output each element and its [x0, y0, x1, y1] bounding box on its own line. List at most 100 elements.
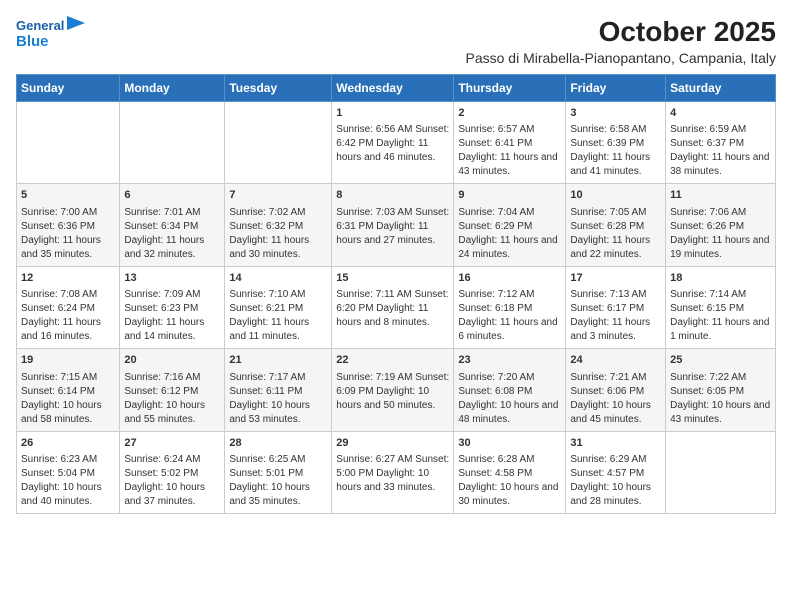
day-number: 3 [570, 106, 661, 121]
calendar-cell: 6 Sunrise: 7:01 AM Sunset: 6:34 PM Daylig… [120, 184, 225, 266]
cell-info: Sunrise: 7:22 AM Sunset: 6:05 PM Dayligh… [670, 371, 771, 427]
day-number: 7 [229, 188, 327, 203]
calendar-cell: 15 Sunrise: 7:11 AM Sunset: 6:20 PM Dayli… [332, 266, 454, 348]
day-number: 11 [670, 188, 771, 203]
calendar-cell: 29 Sunrise: 6:27 AM Sunset: 5:00 PM Dayli… [332, 431, 454, 513]
calendar-cell: 31Sunrise: 6:29 AM Sunset: 4:57 PM Dayli… [566, 431, 666, 513]
header-sunday: Sunday [17, 75, 120, 102]
logo-text: General [16, 18, 64, 34]
cell-info: Sunrise: 7:10 AM Sunset: 6:21 PM Dayligh… [229, 288, 327, 344]
cell-info: Sunrise: 7:19 AM Sunset: 6:09 PM Dayligh… [336, 371, 449, 413]
cell-info: Sunrise: 6:23 AM Sunset: 5:04 PM Dayligh… [21, 453, 115, 509]
day-number: 14 [229, 271, 327, 286]
header-friday: Friday [566, 75, 666, 102]
day-number: 9 [458, 188, 561, 203]
day-number: 26 [21, 436, 115, 451]
calendar-cell [120, 102, 225, 184]
cell-info: Sunrise: 7:09 AM Sunset: 6:23 PM Dayligh… [124, 288, 220, 344]
week-row-2: 12 Sunrise: 7:08 AM Sunset: 6:24 PM Dayli… [17, 266, 776, 348]
calendar-cell: 7Sunrise: 7:02 AM Sunset: 6:32 PM Daylig… [225, 184, 332, 266]
day-number: 16 [458, 271, 561, 286]
day-number: 12 [21, 271, 115, 286]
cell-info: Sunrise: 6:28 AM Sunset: 4:58 PM Dayligh… [458, 453, 561, 509]
week-row-4: 26 Sunrise: 6:23 AM Sunset: 5:04 PM Dayli… [17, 431, 776, 513]
cell-info: Sunrise: 6:27 AM Sunset: 5:00 PM Dayligh… [336, 453, 449, 495]
calendar-cell: 30 Sunrise: 6:28 AM Sunset: 4:58 PM Dayli… [454, 431, 566, 513]
cell-info: Sunrise: 6:25 AM Sunset: 5:01 PM Dayligh… [229, 453, 327, 509]
cell-info: Sunrise: 7:05 AM Sunset: 6:28 PM Dayligh… [570, 206, 661, 262]
calendar-cell: 10 Sunrise: 7:05 AM Sunset: 6:28 PM Dayli… [566, 184, 666, 266]
week-row-0: 1Sunrise: 6:56 AM Sunset: 6:42 PM Daylig… [17, 102, 776, 184]
calendar-cell: 21 Sunrise: 7:17 AM Sunset: 6:11 PM Dayli… [225, 349, 332, 431]
calendar-cell: 26 Sunrise: 6:23 AM Sunset: 5:04 PM Dayli… [17, 431, 120, 513]
calendar-cell: 16 Sunrise: 7:12 AM Sunset: 6:18 PM Dayli… [454, 266, 566, 348]
calendar-cell: 20 Sunrise: 7:16 AM Sunset: 6:12 PM Dayli… [120, 349, 225, 431]
calendar-cell [225, 102, 332, 184]
calendar-cell [17, 102, 120, 184]
day-number: 29 [336, 436, 449, 451]
header-wednesday: Wednesday [332, 75, 454, 102]
day-number: 10 [570, 188, 661, 203]
logo-arrow-icon [67, 16, 85, 30]
day-number: 2 [458, 106, 561, 121]
day-number: 30 [458, 436, 561, 451]
cell-info: Sunrise: 6:59 AM Sunset: 6:37 PM Dayligh… [670, 123, 771, 179]
calendar-cell: 12 Sunrise: 7:08 AM Sunset: 6:24 PM Dayli… [17, 266, 120, 348]
day-number: 23 [458, 353, 561, 368]
day-number: 24 [570, 353, 661, 368]
day-number: 22 [336, 353, 449, 368]
cell-info: Sunrise: 7:21 AM Sunset: 6:06 PM Dayligh… [570, 371, 661, 427]
calendar-cell: 27 Sunrise: 6:24 AM Sunset: 5:02 PM Dayli… [120, 431, 225, 513]
calendar-cell: 14 Sunrise: 7:10 AM Sunset: 6:21 PM Dayli… [225, 266, 332, 348]
calendar-cell: 22 Sunrise: 7:19 AM Sunset: 6:09 PM Dayli… [332, 349, 454, 431]
cell-info: Sunrise: 7:11 AM Sunset: 6:20 PM Dayligh… [336, 288, 449, 330]
cell-info: Sunrise: 6:56 AM Sunset: 6:42 PM Dayligh… [336, 123, 449, 165]
day-number: 27 [124, 436, 220, 451]
page-title: October 2025 [465, 16, 776, 48]
logo: General Blue [16, 16, 85, 51]
calendar-cell: 19Sunrise: 7:15 AM Sunset: 6:14 PM Dayli… [17, 349, 120, 431]
day-number: 4 [670, 106, 771, 121]
cell-info: Sunrise: 7:04 AM Sunset: 6:29 PM Dayligh… [458, 206, 561, 262]
calendar-cell: 18 Sunrise: 7:14 AM Sunset: 6:15 PM Dayli… [666, 266, 776, 348]
day-number: 18 [670, 271, 771, 286]
cell-info: Sunrise: 7:12 AM Sunset: 6:18 PM Dayligh… [458, 288, 561, 344]
title-section: October 2025 Passo di Mirabella-Pianopan… [465, 16, 776, 66]
cell-info: Sunrise: 7:03 AM Sunset: 6:31 PM Dayligh… [336, 206, 449, 248]
logo-blue-text: Blue [16, 33, 85, 51]
day-number: 5 [21, 188, 115, 203]
cell-info: Sunrise: 6:29 AM Sunset: 4:57 PM Dayligh… [570, 453, 661, 509]
cell-info: Sunrise: 7:16 AM Sunset: 6:12 PM Dayligh… [124, 371, 220, 427]
day-number: 8 [336, 188, 449, 203]
calendar-cell: 9 Sunrise: 7:04 AM Sunset: 6:29 PM Daylig… [454, 184, 566, 266]
calendar-cell: 3 Sunrise: 6:58 AM Sunset: 6:39 PM Daylig… [566, 102, 666, 184]
day-number: 25 [670, 353, 771, 368]
page-subtitle: Passo di Mirabella-Pianopantano, Campani… [465, 50, 776, 66]
header-row: SundayMondayTuesdayWednesdayThursdayFrid… [17, 75, 776, 102]
day-number: 28 [229, 436, 327, 451]
calendar-cell: 11Sunrise: 7:06 AM Sunset: 6:26 PM Dayli… [666, 184, 776, 266]
cell-info: Sunrise: 7:01 AM Sunset: 6:34 PM Dayligh… [124, 206, 220, 262]
day-number: 20 [124, 353, 220, 368]
week-row-3: 19Sunrise: 7:15 AM Sunset: 6:14 PM Dayli… [17, 349, 776, 431]
cell-info: Sunrise: 7:08 AM Sunset: 6:24 PM Dayligh… [21, 288, 115, 344]
cell-info: Sunrise: 6:58 AM Sunset: 6:39 PM Dayligh… [570, 123, 661, 179]
day-number: 21 [229, 353, 327, 368]
day-number: 15 [336, 271, 449, 286]
calendar-cell: 4 Sunrise: 6:59 AM Sunset: 6:37 PM Daylig… [666, 102, 776, 184]
week-row-1: 5 Sunrise: 7:00 AM Sunset: 6:36 PM Daylig… [17, 184, 776, 266]
cell-info: Sunrise: 7:15 AM Sunset: 6:14 PM Dayligh… [21, 371, 115, 427]
cell-info: Sunrise: 6:24 AM Sunset: 5:02 PM Dayligh… [124, 453, 220, 509]
day-number: 6 [124, 188, 220, 203]
calendar-cell: 24 Sunrise: 7:21 AM Sunset: 6:06 PM Dayli… [566, 349, 666, 431]
calendar-cell: 23Sunrise: 7:20 AM Sunset: 6:08 PM Dayli… [454, 349, 566, 431]
cell-info: Sunrise: 7:13 AM Sunset: 6:17 PM Dayligh… [570, 288, 661, 344]
calendar-cell: 17Sunrise: 7:13 AM Sunset: 6:17 PM Dayli… [566, 266, 666, 348]
cell-info: Sunrise: 7:14 AM Sunset: 6:15 PM Dayligh… [670, 288, 771, 344]
header-monday: Monday [120, 75, 225, 102]
cell-info: Sunrise: 7:00 AM Sunset: 6:36 PM Dayligh… [21, 206, 115, 262]
calendar-table: SundayMondayTuesdayWednesdayThursdayFrid… [16, 74, 776, 514]
calendar-cell: 2Sunrise: 6:57 AM Sunset: 6:41 PM Daylig… [454, 102, 566, 184]
calendar-cell: 13Sunrise: 7:09 AM Sunset: 6:23 PM Dayli… [120, 266, 225, 348]
cell-info: Sunrise: 7:17 AM Sunset: 6:11 PM Dayligh… [229, 371, 327, 427]
